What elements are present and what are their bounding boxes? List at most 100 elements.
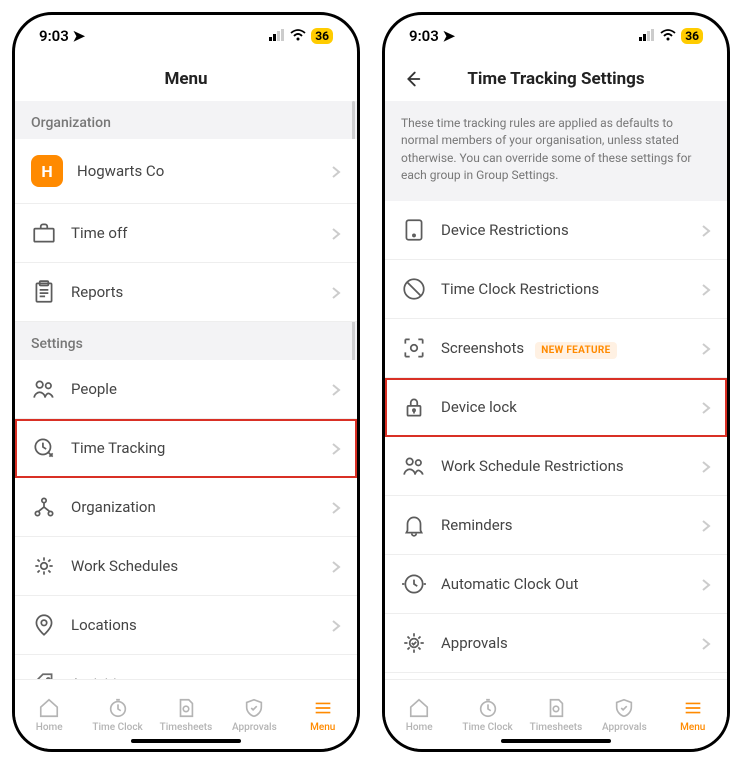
people-icon xyxy=(401,453,427,479)
chevron-right-icon xyxy=(701,636,711,650)
row-time-off[interactable]: Time off xyxy=(15,204,357,263)
tab-time-clock[interactable]: Time Clock xyxy=(460,697,516,733)
row-locations[interactable]: Locations xyxy=(15,596,357,655)
tab-timesheets[interactable]: Timesheets xyxy=(528,697,584,733)
tab-label: Time Clock xyxy=(462,722,512,733)
chevron-right-icon xyxy=(331,382,341,396)
device-icon xyxy=(401,217,427,243)
menu-icon xyxy=(682,697,704,719)
row-work-schedules[interactable]: Work Schedules xyxy=(15,537,357,596)
briefcase-icon xyxy=(31,220,57,246)
row-automatic-clock-out[interactable]: Automatic Clock Out xyxy=(385,555,727,614)
tab-menu[interactable]: Menu xyxy=(295,697,351,733)
page-title: Time Tracking Settings xyxy=(467,69,644,89)
chevron-right-icon xyxy=(331,559,341,573)
shield-check-icon xyxy=(243,697,265,719)
row-activities[interactable]: Activities xyxy=(15,655,357,679)
tab-label: Timesheets xyxy=(530,722,583,733)
chevron-right-icon xyxy=(701,223,711,237)
chevron-right-icon xyxy=(331,500,341,514)
row-label: Approvals xyxy=(441,634,687,652)
row-time-clock-restrictions[interactable]: Time Clock Restrictions xyxy=(385,260,727,319)
content: These time tracking rules are applied as… xyxy=(385,101,727,679)
lock-icon xyxy=(401,394,427,420)
chevron-right-icon xyxy=(701,400,711,414)
row-reminders[interactable]: Reminders xyxy=(385,496,727,555)
row-approvals[interactable]: Approvals xyxy=(385,614,727,673)
back-button[interactable] xyxy=(399,66,425,92)
chevron-right-icon xyxy=(331,226,341,240)
status-right: 36 xyxy=(269,27,333,45)
tab-timesheets[interactable]: Timesheets xyxy=(158,697,214,733)
tab-label: Time Clock xyxy=(92,722,142,733)
chevron-right-icon xyxy=(701,282,711,296)
row-device-restrictions[interactable]: Device Restrictions xyxy=(385,201,727,260)
row-label: Screenshots NEW FEATURE xyxy=(441,339,687,357)
new-feature-badge: NEW FEATURE xyxy=(535,342,616,359)
row-label: Time Clock Restrictions xyxy=(441,280,687,298)
tab-menu[interactable]: Menu xyxy=(665,697,721,733)
row-label: Work Schedules xyxy=(71,557,317,575)
timesheets-icon xyxy=(545,697,567,719)
tab-label: Approvals xyxy=(602,722,647,733)
tab-label: Menu xyxy=(310,722,335,733)
phone-left-menu: 9:03 ➤ 36 Menu Organization H Hogwarts C… xyxy=(12,12,360,752)
wifi-icon xyxy=(660,27,676,45)
header: Menu xyxy=(15,57,357,101)
row-reports[interactable]: Reports xyxy=(15,263,357,322)
tab-home[interactable]: Home xyxy=(391,697,447,733)
row-label: Device Restrictions xyxy=(441,221,687,239)
row-label: Work Schedule Restrictions xyxy=(441,457,687,475)
tab-time-clock[interactable]: Time Clock xyxy=(90,697,146,733)
chevron-right-icon xyxy=(331,618,341,632)
status-right: 36 xyxy=(639,27,703,45)
phone-right-time-tracking-settings: 9:03 ➤ 36 Time Tracking Settings These t… xyxy=(382,12,730,752)
tab-bar: Home Time Clock Timesheets Approvals Men… xyxy=(15,679,357,749)
row-people[interactable]: People xyxy=(15,360,357,419)
location-pin-icon xyxy=(31,612,57,638)
stopwatch-icon xyxy=(107,697,129,719)
row-label: Automatic Clock Out xyxy=(441,575,687,593)
tab-label: Home xyxy=(36,722,63,733)
people-icon xyxy=(31,376,57,402)
header: Time Tracking Settings xyxy=(385,57,727,101)
row-label: Device lock xyxy=(441,398,687,416)
clipboard-icon xyxy=(31,279,57,305)
row-organization[interactable]: Organization xyxy=(15,478,357,537)
shield-check-icon xyxy=(613,697,635,719)
row-label: People xyxy=(71,380,317,398)
bell-icon xyxy=(401,512,427,538)
row-label: Hogwarts Co xyxy=(77,162,317,180)
row-label: Time Tracking xyxy=(71,439,317,457)
screenshot-icon xyxy=(401,335,427,361)
menu-icon xyxy=(312,697,334,719)
row-time-tracking[interactable]: Time Tracking xyxy=(15,419,357,478)
tab-label: Home xyxy=(406,722,433,733)
tab-label: Menu xyxy=(680,722,705,733)
status-bar: 9:03 ➤ 36 xyxy=(385,15,727,57)
tab-bar: Home Time Clock Timesheets Approvals Men… xyxy=(385,679,727,749)
tab-home[interactable]: Home xyxy=(21,697,77,733)
work-schedules-icon xyxy=(31,553,57,579)
restriction-icon xyxy=(401,276,427,302)
tab-label: Approvals xyxy=(232,722,277,733)
org-avatar: H xyxy=(31,155,63,187)
tab-approvals[interactable]: Approvals xyxy=(226,697,282,733)
row-label: Organization xyxy=(71,498,317,516)
chevron-right-icon xyxy=(701,341,711,355)
row-label: Locations xyxy=(71,616,317,634)
section-header-organization: Organization xyxy=(15,101,357,139)
tab-label: Timesheets xyxy=(160,722,213,733)
home-indicator xyxy=(131,739,241,743)
row-device-lock[interactable]: Device lock xyxy=(385,378,727,437)
tab-approvals[interactable]: Approvals xyxy=(596,697,652,733)
home-icon xyxy=(38,697,60,719)
time-tracking-icon xyxy=(31,435,57,461)
row-work-schedule-restrictions[interactable]: Work Schedule Restrictions xyxy=(385,437,727,496)
row-screenshots[interactable]: Screenshots NEW FEATURE xyxy=(385,319,727,378)
chevron-right-icon xyxy=(331,285,341,299)
row-organization-company[interactable]: H Hogwarts Co xyxy=(15,139,357,204)
wifi-icon xyxy=(290,27,306,45)
chevron-right-icon xyxy=(701,459,711,473)
info-text: These time tracking rules are applied as… xyxy=(385,101,727,201)
